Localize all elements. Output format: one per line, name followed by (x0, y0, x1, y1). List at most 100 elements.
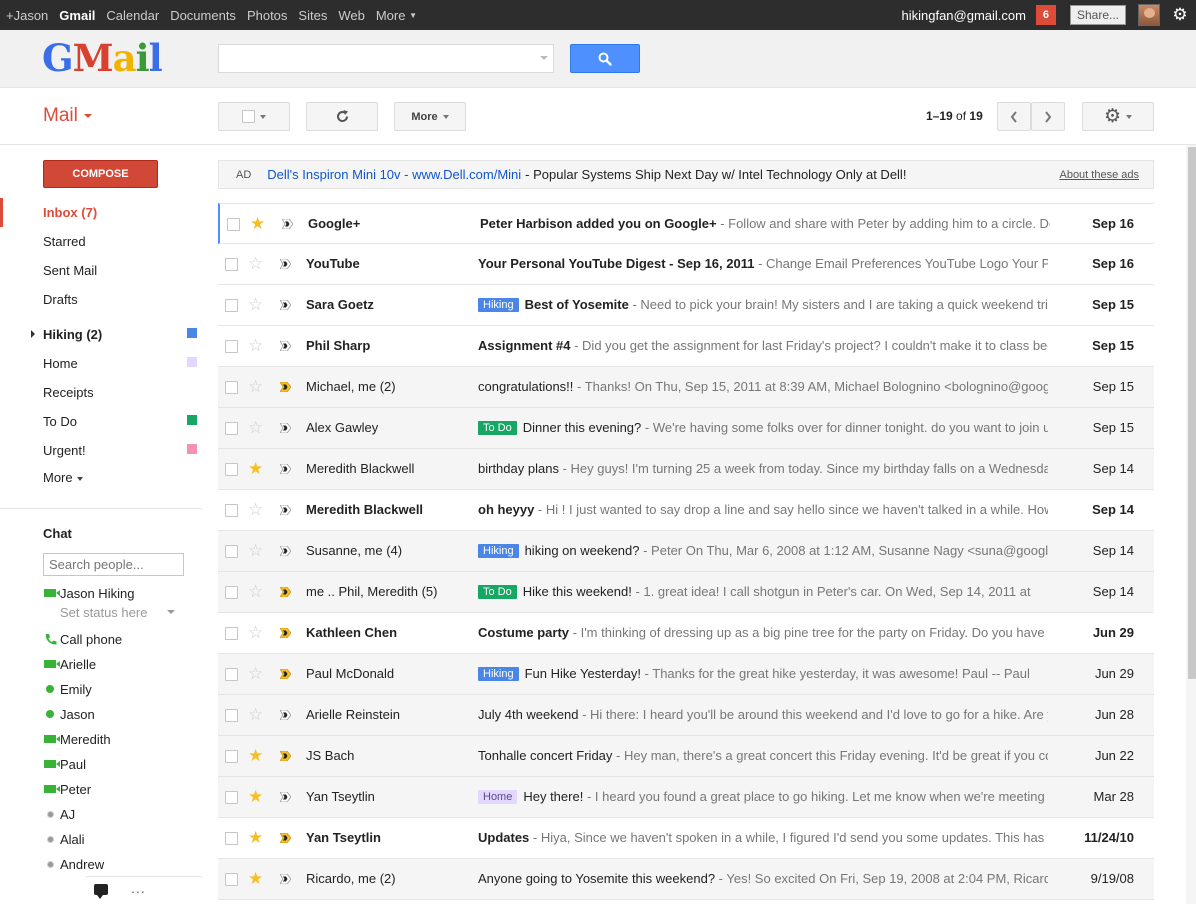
row-checkbox[interactable] (225, 627, 238, 640)
about-ads-link[interactable]: About these ads (1059, 169, 1139, 181)
chat-contact[interactable]: Andrew (43, 855, 104, 873)
chat-contact[interactable]: AJ (43, 805, 75, 823)
table-row[interactable]: ☆ Kathleen Chen Costume party - I'm thinki… (218, 613, 1154, 654)
table-row[interactable]: ☆ Phil Sharp Assignment #4 - Did you get t… (218, 326, 1154, 367)
chat-bubble-icon[interactable] (94, 884, 108, 899)
importance-marker-icon[interactable] (280, 341, 291, 351)
row-checkbox[interactable] (225, 668, 238, 681)
select-checkbox-button[interactable] (218, 102, 290, 131)
search-input[interactable] (218, 44, 554, 73)
nav-sites[interactable]: Sites (298, 8, 327, 23)
expand-arrow-icon[interactable] (31, 330, 35, 338)
sidebar-item-starred[interactable]: Starred (43, 234, 86, 249)
star-icon[interactable]: ☆ (248, 705, 263, 725)
chat-search-input[interactable] (43, 553, 184, 576)
star-icon[interactable]: ☆ (248, 418, 263, 438)
chat-contact[interactable]: Paul (43, 755, 86, 773)
call-phone-link[interactable]: Call phone (43, 630, 122, 648)
importance-marker-icon[interactable] (280, 464, 291, 474)
label-badge[interactable]: Hiking (478, 667, 519, 681)
sidebar-item-todo[interactable]: To Do (43, 414, 77, 429)
table-row[interactable]: ☆ me .. Phil, Meredith (5) To Do Hike this … (218, 572, 1154, 613)
importance-marker-icon[interactable] (280, 546, 291, 556)
refresh-button[interactable] (306, 102, 378, 131)
search-options-dropdown-icon[interactable] (540, 56, 548, 60)
table-row[interactable]: ☆ Arielle Reinstein July 4th weekend - Hi … (218, 695, 1154, 736)
label-badge[interactable]: To Do (478, 585, 517, 599)
table-row[interactable]: ☆ Sara Goetz Hiking Best of Yosemite - Need… (218, 285, 1154, 326)
star-icon[interactable]: ☆ (248, 582, 263, 602)
table-row[interactable]: ☆ Michael, me (2) congratulations!! - Than… (218, 367, 1154, 408)
sidebar-item-receipts[interactable]: Receipts (43, 385, 94, 400)
set-status-field[interactable]: Set status here (60, 605, 147, 620)
star-icon[interactable]: ★ (248, 828, 263, 848)
more-actions-button[interactable]: More (394, 102, 466, 131)
importance-marker-icon[interactable] (280, 751, 291, 761)
label-color-home[interactable] (187, 357, 197, 367)
importance-marker-icon[interactable] (280, 874, 291, 884)
importance-marker-icon[interactable] (280, 259, 291, 269)
row-checkbox[interactable] (225, 832, 238, 845)
label-badge[interactable]: To Do (478, 421, 517, 435)
ad-link[interactable]: Dell's Inspiron Mini 10v - www.Dell.com/… (267, 167, 521, 182)
sidebar-item-urgent[interactable]: Urgent! (43, 443, 86, 458)
nav-documents[interactable]: Documents (170, 8, 236, 23)
nav-gmail[interactable]: Gmail (59, 8, 95, 23)
table-row[interactable]: ★ Google+ Peter Harbison added you on Goog… (218, 203, 1154, 244)
nav-plus-jason[interactable]: +Jason (6, 8, 48, 23)
table-row[interactable]: ☆ Alex Gawley To Do Dinner this evening? - … (218, 408, 1154, 449)
row-checkbox[interactable] (225, 586, 238, 599)
table-row[interactable]: ★ Yan Tseytlin Home Hey there! - I heard yo… (218, 777, 1154, 818)
avatar[interactable] (1138, 4, 1160, 26)
importance-marker-icon[interactable] (280, 669, 291, 679)
row-checkbox[interactable] (225, 545, 238, 558)
chat-contact[interactable]: Peter (43, 780, 91, 798)
row-checkbox[interactable] (225, 340, 238, 353)
search-button[interactable] (570, 44, 640, 73)
table-row[interactable]: ★ Ricardo, me (2) Anyone going to Yosemite… (218, 859, 1154, 900)
row-checkbox[interactable] (225, 258, 238, 271)
star-icon[interactable]: ☆ (248, 377, 263, 397)
importance-marker-icon[interactable] (282, 219, 293, 229)
row-checkbox[interactable] (225, 709, 238, 722)
nav-more[interactable]: More ▼ (376, 8, 417, 23)
row-checkbox[interactable] (225, 381, 238, 394)
sidebar-item-inbox[interactable]: Inbox (7) (43, 205, 97, 220)
row-checkbox[interactable] (225, 422, 238, 435)
compose-button[interactable]: COMPOSE (43, 160, 158, 188)
star-icon[interactable]: ★ (248, 869, 263, 889)
importance-marker-icon[interactable] (280, 300, 291, 310)
importance-marker-icon[interactable] (280, 505, 291, 515)
sidebar-item-home[interactable]: Home (43, 356, 78, 371)
sidebar-item-drafts[interactable]: Drafts (43, 292, 78, 307)
row-checkbox[interactable] (225, 750, 238, 763)
chat-contact[interactable]: Alali (43, 830, 85, 848)
table-row[interactable]: ★ Yan Tseytlin Updates - Hiya, Since we ha… (218, 818, 1154, 859)
star-icon[interactable]: ☆ (248, 295, 263, 315)
label-color-urgent[interactable] (187, 444, 197, 454)
sidebar-item-more[interactable]: More (43, 470, 83, 485)
chat-contact[interactable]: Meredith (43, 730, 111, 748)
star-icon[interactable]: ☆ (248, 664, 263, 684)
star-icon[interactable]: ☆ (248, 254, 263, 274)
table-row[interactable]: ☆ YouTube Your Personal YouTube Digest - S… (218, 244, 1154, 285)
importance-marker-icon[interactable] (280, 710, 291, 720)
label-badge[interactable]: Home (478, 790, 518, 804)
label-color-todo[interactable] (187, 415, 197, 425)
scrollbar-thumb[interactable] (1188, 147, 1196, 679)
label-badge[interactable]: Hiking (478, 544, 519, 558)
nav-web[interactable]: Web (338, 8, 365, 23)
table-row[interactable]: ★ Meredith Blackwell birthday plans - Hey … (218, 449, 1154, 490)
row-checkbox[interactable] (225, 504, 238, 517)
star-icon[interactable]: ★ (248, 746, 263, 766)
sidebar-item-sent-mail[interactable]: Sent Mail (43, 263, 97, 278)
table-row[interactable]: ☆ Susanne, me (4) Hiking hiking on weekend?… (218, 531, 1154, 572)
account-email[interactable]: hikingfan@gmail.com (901, 8, 1025, 23)
importance-marker-icon[interactable] (280, 628, 291, 638)
importance-marker-icon[interactable] (280, 382, 291, 392)
star-icon[interactable]: ★ (250, 214, 265, 234)
chat-self[interactable]: Jason Hiking (43, 584, 134, 602)
row-checkbox[interactable] (225, 463, 238, 476)
importance-marker-icon[interactable] (280, 833, 291, 843)
gmail-logo[interactable]: GMail (42, 38, 163, 78)
